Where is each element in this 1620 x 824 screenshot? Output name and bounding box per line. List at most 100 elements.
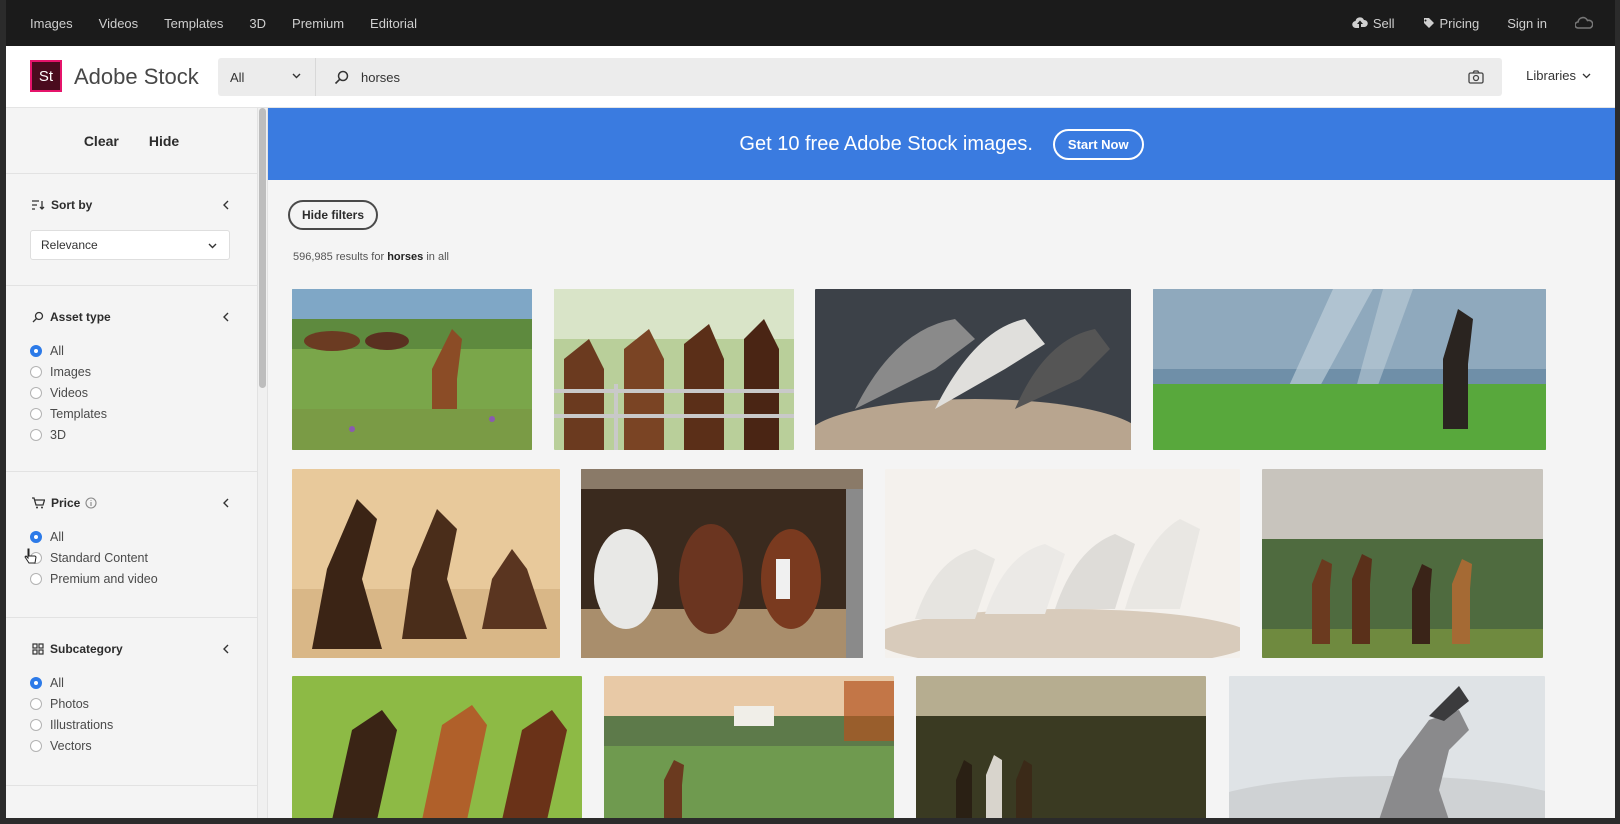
asset-type-option-videos[interactable]: Videos <box>30 386 88 400</box>
result-thumbnail[interactable] <box>885 469 1240 658</box>
horses-foggy-forest-image <box>916 676 1206 820</box>
radio[interactable] <box>30 740 42 752</box>
price-label: Price <box>51 496 81 510</box>
adobe-stock-logo[interactable]: St <box>30 60 62 92</box>
radio[interactable] <box>30 429 42 441</box>
radio[interactable] <box>30 698 42 710</box>
chevron-down-icon <box>1582 73 1591 79</box>
nav-videos[interactable]: Videos <box>99 16 139 31</box>
result-thumbnail[interactable] <box>1262 469 1543 658</box>
results-mid: results for <box>335 251 385 263</box>
cloud-upload-icon <box>1352 17 1368 29</box>
option-label: Premium and video <box>50 572 158 586</box>
subcategory-option-illustrations[interactable]: Illustrations <box>30 718 113 732</box>
screen-frame: Images Videos Templates 3D Premium Edito… <box>0 0 1620 824</box>
results-tail: in all <box>426 251 449 263</box>
radio[interactable] <box>30 387 42 399</box>
radio-selected[interactable] <box>30 531 42 543</box>
option-label: Standard Content <box>50 551 148 565</box>
horses-at-gate-image <box>554 289 794 450</box>
chevron-left-icon[interactable] <box>222 200 230 210</box>
radio[interactable] <box>30 366 42 378</box>
result-thumbnail[interactable] <box>292 469 560 658</box>
window-bottom-edge <box>0 818 1620 824</box>
sell-link[interactable]: Sell <box>1352 16 1395 31</box>
info-icon[interactable] <box>85 497 97 509</box>
result-thumbnail[interactable] <box>1153 289 1546 450</box>
option-label: Vectors <box>50 739 92 753</box>
signin-link[interactable]: Sign in <box>1507 16 1547 31</box>
asset-type-option-templates[interactable]: Templates <box>30 407 107 421</box>
sort-header[interactable]: Sort by <box>32 198 92 212</box>
nav-editorial[interactable]: Editorial <box>370 16 417 31</box>
asset-type-header[interactable]: Asset type <box>32 310 111 324</box>
radio[interactable] <box>30 408 42 420</box>
libraries-label: Libraries <box>1526 68 1576 83</box>
chevron-left-icon[interactable] <box>222 312 230 322</box>
adobe-stock-app: Images Videos Templates 3D Premium Edito… <box>6 0 1615 820</box>
price-option-all[interactable]: All <box>30 530 64 544</box>
radio[interactable] <box>30 719 42 731</box>
filter-sidebar: Clear Hide Sort by Relevance Asset type … <box>6 108 258 820</box>
nav-premium[interactable]: Premium <box>292 16 344 31</box>
subcategory-option-photos[interactable]: Photos <box>30 697 89 711</box>
result-thumbnail[interactable] <box>604 676 894 820</box>
option-label: Images <box>50 365 91 379</box>
radio-selected[interactable] <box>30 345 42 357</box>
result-thumbnail[interactable] <box>292 289 532 450</box>
result-thumbnail[interactable] <box>554 289 794 450</box>
search-bar: All <box>218 58 1502 96</box>
result-thumbnail[interactable] <box>815 289 1131 450</box>
chevron-left-icon[interactable] <box>222 644 230 654</box>
radio[interactable] <box>30 573 42 585</box>
asset-type-option-3d[interactable]: 3D <box>30 428 66 442</box>
sort-value: Relevance <box>41 238 98 252</box>
libraries-menu[interactable]: Libraries <box>1526 68 1591 83</box>
nav-images[interactable]: Images <box>30 16 73 31</box>
horse-farm-estate-image <box>604 676 894 820</box>
price-option-standard[interactable]: Standard Content <box>30 551 148 565</box>
clear-filters-button[interactable]: Clear <box>84 133 119 149</box>
promo-banner: Get 10 free Adobe Stock images. Start No… <box>268 108 1615 180</box>
result-thumbnail[interactable] <box>1229 676 1545 820</box>
asset-type-option-all[interactable]: All <box>30 344 64 358</box>
option-label: All <box>50 530 64 544</box>
grid-icon <box>32 643 44 655</box>
result-thumbnail[interactable] <box>292 676 582 820</box>
three-horses-galloping-image <box>292 676 582 820</box>
option-label: Photos <box>50 697 89 711</box>
brand-name[interactable]: Adobe Stock <box>74 64 199 90</box>
sidebar-scrollbar[interactable] <box>259 108 266 388</box>
price-option-premium[interactable]: Premium and video <box>30 572 158 586</box>
top-nav-links: Images Videos Templates 3D Premium Edito… <box>30 0 443 46</box>
price-section: Price All Standard Content Premium and v… <box>6 472 258 618</box>
chevron-left-icon[interactable] <box>222 498 230 508</box>
nav-3d[interactable]: 3D <box>249 16 266 31</box>
nav-templates[interactable]: Templates <box>164 16 223 31</box>
search-input[interactable] <box>361 69 1468 85</box>
visual-search-camera-icon[interactable] <box>1468 70 1484 84</box>
price-header[interactable]: Price <box>32 496 103 510</box>
result-thumbnail[interactable] <box>581 469 863 658</box>
start-now-button[interactable]: Start Now <box>1052 128 1144 160</box>
results-number: 596,985 <box>293 251 333 263</box>
search-scope-dropdown[interactable]: All <box>218 58 316 96</box>
subcategory-option-all[interactable]: All <box>30 676 64 690</box>
hide-filters-pill[interactable]: Hide filters <box>288 200 378 230</box>
asset-type-option-images[interactable]: Images <box>30 365 91 379</box>
subcategory-header[interactable]: Subcategory <box>32 642 123 656</box>
sort-select[interactable]: Relevance <box>30 230 230 260</box>
asset-type-section: Asset type All Images Videos Templates 3… <box>6 286 258 472</box>
results-count: 596,985 results for horses in all <box>293 251 449 263</box>
pricing-link[interactable]: Pricing <box>1423 16 1479 31</box>
result-thumbnail[interactable] <box>916 676 1206 820</box>
radio-selected[interactable] <box>30 677 42 689</box>
search-icon <box>32 311 44 323</box>
option-label: Illustrations <box>50 718 114 732</box>
hide-filters-button[interactable]: Hide <box>149 133 179 149</box>
top-nav-bar: Images Videos Templates 3D Premium Edito… <box>6 0 1615 46</box>
apps-icon-button[interactable] <box>1575 16 1593 30</box>
option-label: All <box>50 344 64 358</box>
search-header: St Adobe Stock All Libraries <box>6 46 1615 108</box>
subcategory-option-vectors[interactable]: Vectors <box>30 739 92 753</box>
